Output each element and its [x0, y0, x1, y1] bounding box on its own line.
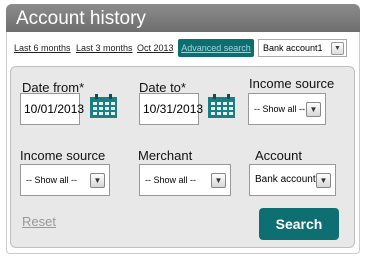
search-button[interactable]: Search: [259, 208, 339, 240]
nav-link-last-6-months[interactable]: Last 6 months: [14, 43, 71, 53]
income-source-select-2[interactable]: -- Show all -- ▼: [20, 164, 110, 196]
page-title: Account history: [16, 8, 146, 29]
date-from-field[interactable]: 10/01/2013: [20, 93, 84, 125]
chevron-down-icon: ▼: [316, 173, 331, 188]
income-source-select-2-value: -- Show all --: [26, 175, 78, 185]
chevron-down-icon: ▼: [90, 173, 105, 188]
merchant-select[interactable]: -- Show all -- ▼: [139, 164, 231, 196]
reset-link[interactable]: Reset: [22, 214, 56, 229]
account-label: Account: [255, 148, 302, 163]
chevron-down-icon: ▼: [306, 102, 321, 117]
top-account-select-value: Bank account1: [263, 43, 323, 53]
nav-link-oct-2013[interactable]: Oct 2013: [137, 43, 174, 53]
calendar-icon[interactable]: [90, 94, 117, 118]
calendar-icon[interactable]: [208, 94, 235, 118]
chevron-down-icon: ▼: [331, 42, 344, 55]
top-account-select[interactable]: Bank account1 ▼: [258, 39, 347, 57]
advanced-search-tab[interactable]: Advanced search: [178, 39, 254, 57]
income-source-label-1: Income source: [249, 76, 335, 91]
account-select[interactable]: Bank account1 ▼: [249, 164, 336, 196]
chevron-down-icon: ▼: [211, 173, 226, 188]
date-to-field[interactable]: 10/31/2013: [139, 93, 203, 125]
merchant-label: Merchant: [138, 148, 193, 163]
income-source-select-1[interactable]: -- Show all -- ▼: [248, 93, 326, 125]
page-header: Account history: [6, 4, 360, 32]
account-select-value: Bank account1: [255, 174, 322, 185]
income-source-label-2: Income source: [20, 148, 106, 163]
income-source-select-1-value: -- Show all --: [254, 104, 306, 114]
nav-link-last-3-months[interactable]: Last 3 months: [76, 43, 133, 53]
merchant-select-value: -- Show all --: [145, 175, 197, 185]
